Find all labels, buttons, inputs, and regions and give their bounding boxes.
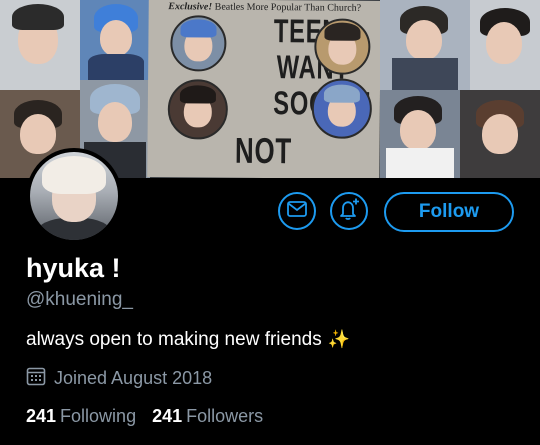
- following-count: 241: [26, 406, 57, 426]
- message-button[interactable]: [278, 192, 316, 230]
- following-label: Following: [60, 406, 137, 426]
- sparkles-emoji: ✨: [327, 329, 351, 349]
- following-link[interactable]: 241 Following: [26, 406, 136, 427]
- followers-link[interactable]: 241 Followers: [152, 406, 263, 427]
- poster-photo: [311, 78, 373, 139]
- followers-label: Followers: [186, 406, 264, 426]
- poster-photo: [314, 18, 371, 75]
- follow-button[interactable]: Follow: [384, 192, 514, 232]
- calendar-icon: [26, 366, 54, 391]
- followers-count: 241: [152, 406, 183, 426]
- notify-button[interactable]: [330, 192, 368, 230]
- avatar-photo: [30, 152, 118, 240]
- banner-photo: [380, 90, 460, 178]
- banner-photo: [460, 90, 540, 178]
- poster-headline: NOT JESUS!: [214, 129, 312, 178]
- poster-photo: [167, 79, 229, 140]
- joined-text: Joined August 2018: [54, 368, 213, 388]
- follow-stats: 241 Following 241 Followers: [26, 406, 279, 427]
- bio-text: always open to making new friends: [26, 329, 322, 350]
- joined-date: Joined August 2018: [26, 366, 212, 391]
- bell-plus-icon: [337, 197, 361, 226]
- profile-avatar[interactable]: [26, 148, 122, 244]
- banner-poster: Exclusive! Beatles More Popular Than Chu…: [147, 0, 381, 178]
- mail-icon: [287, 200, 307, 222]
- user-handle: @khuening_: [26, 289, 133, 310]
- banner-photo: [80, 0, 150, 80]
- banner-photo: [380, 0, 470, 90]
- profile-bio: always open to making new friends ✨: [26, 329, 350, 351]
- banner-photo: [470, 0, 540, 90]
- poster-photo: [170, 15, 227, 72]
- banner-photo: [0, 0, 80, 90]
- display-name: hyuka !: [26, 253, 121, 283]
